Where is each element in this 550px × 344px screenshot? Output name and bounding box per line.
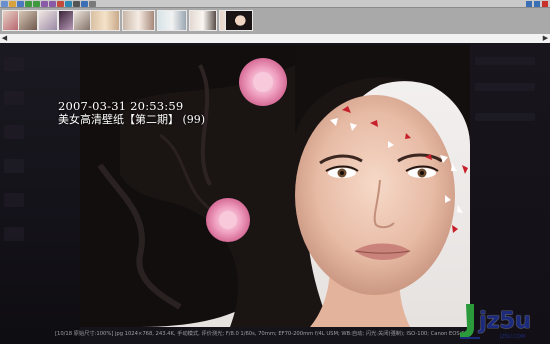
zoom-in-icon[interactable] <box>41 0 48 7</box>
info-icon[interactable] <box>81 0 88 7</box>
watermark-text: jz5u <box>479 308 531 334</box>
open-icon[interactable] <box>9 0 16 7</box>
thumbnail[interactable] <box>18 10 38 31</box>
photo-title: 美女高清壁纸【第二期】 (99) <box>58 113 206 126</box>
window-ghost <box>475 113 535 121</box>
next-icon[interactable] <box>33 0 40 7</box>
settings-icon[interactable] <box>89 0 96 7</box>
thumbnail[interactable] <box>90 10 120 31</box>
desktop-icon <box>4 193 24 207</box>
window-ghost <box>475 83 535 91</box>
minimize-icon[interactable] <box>526 1 532 7</box>
strip-scrollbar[interactable]: ◀ ▶ <box>0 34 550 43</box>
prev-icon[interactable] <box>25 0 32 7</box>
image-viewer[interactable]: 2007-03-31 20:53:59 美女高清壁纸【第二期】 (99) <box>0 43 550 344</box>
scroll-left-icon[interactable]: ◀ <box>0 34 9 43</box>
fullscreen-icon[interactable] <box>73 0 80 7</box>
thumbnail[interactable] <box>38 10 58 31</box>
thumbnail[interactable] <box>189 10 217 31</box>
desktop-icon <box>4 159 24 173</box>
desktop-icon <box>4 91 24 105</box>
slideshow-icon[interactable] <box>65 0 72 7</box>
thumbnail[interactable] <box>157 10 187 31</box>
zoom-out-icon[interactable] <box>49 0 56 7</box>
save-icon[interactable] <box>17 0 24 7</box>
thumbnail-selected[interactable] <box>225 10 253 31</box>
displayed-photo <box>80 45 470 327</box>
thumbnail-strip <box>0 8 550 35</box>
watermark-url: JZ5U.COM <box>500 334 526 340</box>
rotate-icon[interactable] <box>57 0 64 7</box>
desktop-icon <box>4 125 24 139</box>
desktop-icon <box>4 57 24 71</box>
scroll-right-icon[interactable]: ▶ <box>541 34 550 43</box>
viewer-toolbar <box>0 0 550 8</box>
close-icon[interactable] <box>542 1 548 7</box>
window-ghost <box>475 57 535 65</box>
exif-info-bar: [10/18 原始尺寸:100%] jpg 1024×768, 243.4K, … <box>55 331 469 337</box>
app-icon[interactable] <box>1 0 8 7</box>
thumbnail[interactable] <box>122 10 155 31</box>
desktop-icon <box>4 227 24 241</box>
window-controls <box>526 1 548 7</box>
maximize-icon[interactable] <box>534 1 540 7</box>
